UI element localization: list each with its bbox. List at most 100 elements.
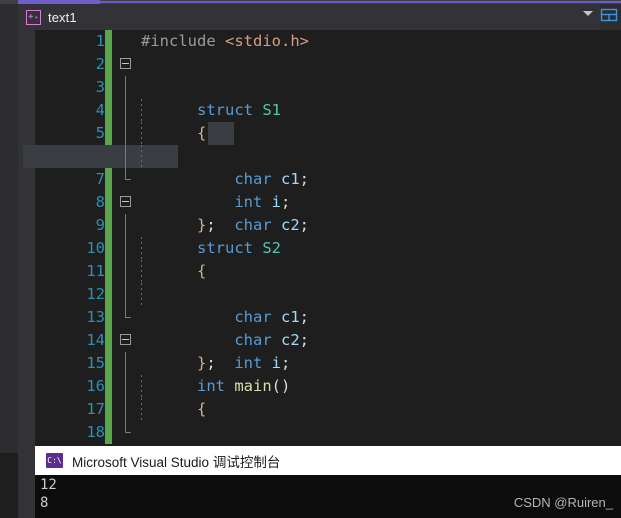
change-bar	[105, 398, 112, 421]
line-number: 1	[95, 32, 105, 50]
cpp-file-icon-glyph: +₊	[28, 11, 39, 22]
collapse-toggle-icon[interactable]	[120, 58, 131, 69]
change-bar	[105, 191, 112, 214]
indent-guide	[141, 375, 142, 398]
change-bar	[105, 421, 112, 444]
change-bar	[105, 214, 112, 237]
tab-text1[interactable]: +₊ text1	[18, 4, 600, 30]
indent-guide	[141, 260, 142, 283]
line-number: 11	[86, 262, 105, 280]
line-number: 10	[86, 239, 105, 257]
code-editor[interactable]: 1 #include <stdio.h> 2 struct S1 3 { 4 c…	[18, 30, 621, 453]
console-title-bar[interactable]: C:\ Microsoft Visual Studio 调试控制台	[35, 446, 621, 475]
line-number: 4	[95, 101, 105, 119]
change-bar	[105, 122, 112, 145]
code-text: #include <stdio.h>	[118, 30, 309, 53]
line-number: 14	[86, 331, 105, 349]
code-line[interactable]: 3 {	[18, 76, 621, 142]
structure-guide	[125, 283, 126, 306]
collapse-toggle-icon[interactable]	[120, 334, 131, 345]
structure-guide	[125, 352, 126, 375]
line-number: 13	[86, 308, 105, 326]
indent-guide	[141, 99, 142, 122]
code-line[interactable]: 5 int i;	[18, 122, 621, 211]
console-output-area[interactable]: 12 8 CSDN @Ruiren_	[35, 475, 621, 518]
code-line[interactable]: 12 int i;	[18, 283, 621, 372]
watermark: CSDN @Ruiren_	[513, 495, 613, 510]
line-number: 2	[95, 55, 105, 73]
line-number: 8	[95, 193, 105, 211]
change-bar	[105, 53, 112, 76]
code-line[interactable]: 15 {	[18, 352, 621, 418]
chevron-down-icon[interactable]	[583, 11, 593, 16]
structure-guide-end	[125, 306, 131, 318]
change-bar	[105, 168, 112, 191]
code-line[interactable]: 2 struct S1	[18, 53, 621, 119]
structure-guide-end	[125, 168, 131, 180]
change-bar	[105, 260, 112, 283]
structure-guide	[125, 145, 126, 168]
structure-guide-end	[125, 421, 131, 433]
structure-guide	[125, 375, 126, 398]
structure-guide	[125, 76, 126, 99]
console-window-icon-glyph: C:\	[47, 455, 62, 465]
code-line[interactable]: 13 };	[18, 306, 621, 372]
breakpoint-margin-lower	[18, 430, 35, 518]
token-preprocessor: #include	[141, 32, 216, 50]
left-tool-rail	[0, 4, 18, 453]
code-line[interactable]: 11 char c2;	[18, 260, 621, 349]
structure-guide	[125, 122, 126, 145]
code-line[interactable]: 18 }	[18, 421, 621, 444]
change-bar	[105, 30, 112, 53]
line-number: 9	[95, 216, 105, 234]
structure-guide	[125, 214, 126, 237]
code-line[interactable]: 6 char c2;	[18, 145, 621, 234]
tab-group-accent-line	[100, 1, 621, 3]
console-title: Microsoft Visual Studio 调试控制台	[72, 454, 281, 470]
change-bar	[105, 283, 112, 306]
split-window-icon[interactable]	[599, 7, 619, 23]
structure-guide	[125, 99, 126, 122]
code-line[interactable]: 7 };	[18, 168, 621, 234]
change-bar	[105, 375, 112, 398]
line-number: 3	[95, 78, 105, 96]
collapse-toggle-icon[interactable]	[120, 196, 131, 207]
code-line[interactable]: 10 char c1;	[18, 237, 621, 326]
change-bar	[105, 306, 112, 329]
tab-label: text1	[48, 9, 77, 25]
indent-guide	[141, 145, 142, 168]
line-number: 15	[86, 354, 105, 372]
code-line[interactable]: 14 int main()	[18, 329, 621, 395]
code-line[interactable]: 8 struct S2	[18, 191, 621, 257]
indent-guide	[141, 283, 142, 306]
console-output-line: 8	[40, 495, 49, 511]
console-output-line: 12	[40, 477, 57, 493]
cpp-file-icon: +₊	[26, 9, 41, 25]
change-bar	[105, 329, 112, 352]
code-line[interactable]: 4 char c1;	[18, 99, 621, 188]
line-number: 12	[86, 285, 105, 303]
change-bar	[105, 99, 112, 122]
console-window-icon: C:\	[46, 453, 63, 468]
code-line[interactable]: 1 #include <stdio.h>	[18, 30, 621, 53]
token-header: <stdio.h>	[225, 32, 309, 50]
indent-guide	[141, 122, 142, 145]
change-bar	[105, 352, 112, 375]
change-bar	[105, 237, 112, 260]
line-number: 7	[95, 170, 105, 188]
indent-guide	[141, 398, 142, 421]
line-number: 16	[86, 377, 105, 395]
code-line[interactable]: 16 printf(_Format:"%d\n", sizeof(struct …	[18, 375, 621, 453]
code-line[interactable]: 17 printf(_Format:"%d\n", sizeof(struct …	[18, 398, 621, 421]
structure-guide	[125, 398, 126, 421]
line-number: 17	[86, 400, 105, 418]
change-bar	[105, 76, 112, 99]
structure-guide	[125, 260, 126, 283]
line-number: 18	[86, 423, 105, 441]
indent-guide	[141, 237, 142, 260]
structure-guide	[125, 237, 126, 260]
debug-console-window[interactable]: C:\ Microsoft Visual Studio 调试控制台 12 8 C…	[35, 446, 621, 518]
line-number: 5	[95, 124, 105, 142]
code-line[interactable]: 9 {	[18, 214, 621, 280]
